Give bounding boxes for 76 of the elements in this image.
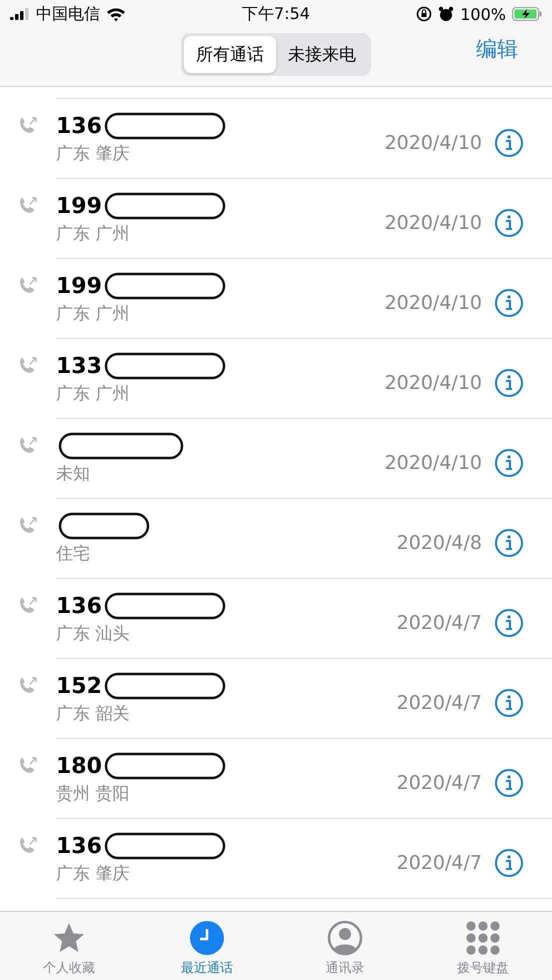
info-icon xyxy=(494,368,524,398)
call-location: 住宅 xyxy=(56,543,91,565)
person-icon xyxy=(327,920,363,956)
info-icon xyxy=(494,608,524,638)
call-date: 2020/4/7 xyxy=(396,852,482,874)
outgoing-call-icon xyxy=(18,836,38,856)
call-location: 广东 汕头 xyxy=(56,623,130,645)
info-icon xyxy=(494,848,524,878)
info-button[interactable] xyxy=(494,128,524,158)
signal-icon xyxy=(10,8,30,20)
phone-number: 136 xyxy=(56,594,102,618)
call-date: 2020/4/10 xyxy=(384,452,482,474)
call-date: 2020/4/8 xyxy=(396,532,482,554)
phone-number: 133 xyxy=(56,354,102,378)
info-icon xyxy=(494,128,524,158)
info-icon xyxy=(494,288,524,318)
outgoing-call-icon xyxy=(18,516,38,536)
call-location: 广东 广州 xyxy=(56,223,130,245)
call-location: 广东 韶关 xyxy=(56,703,130,725)
info-button[interactable] xyxy=(494,208,524,238)
carrier-name: 中国电信 xyxy=(36,4,100,24)
info-icon xyxy=(494,528,524,558)
call-location: 未知 xyxy=(56,463,91,485)
phone-number: 152 xyxy=(56,674,102,698)
outgoing-call-icon xyxy=(18,756,38,776)
segment-tab[interactable]: 所有通话 xyxy=(184,36,276,72)
outgoing-call-icon xyxy=(18,676,38,696)
call-date: 2020/4/7 xyxy=(396,692,482,714)
call-date: 2020/4/7 xyxy=(396,772,482,794)
outgoing-call-icon xyxy=(18,196,38,216)
info-icon xyxy=(494,688,524,718)
tab-bar-item[interactable]: 个人收藏 xyxy=(0,912,138,980)
wifi-icon xyxy=(106,6,126,22)
outgoing-call-icon xyxy=(18,356,38,376)
info-button[interactable] xyxy=(494,688,524,718)
call-date: 2020/4/10 xyxy=(384,212,482,234)
info-icon xyxy=(494,208,524,238)
tab-bar-item[interactable]: 拨号键盘 xyxy=(414,912,552,980)
call-location: 广东 广州 xyxy=(56,383,130,405)
segment-tab[interactable]: 未接来电 xyxy=(276,36,368,72)
call-date: 2020/4/7 xyxy=(396,612,482,634)
call-location: 广东 肇庆 xyxy=(56,863,130,885)
rotation-lock-icon xyxy=(416,6,432,22)
keypad-icon xyxy=(465,920,501,956)
tab-bar-item[interactable]: 最近通话 xyxy=(138,912,276,980)
battery-percentage: 100% xyxy=(460,4,506,24)
phone-number: 199 xyxy=(56,274,102,298)
outgoing-call-icon xyxy=(18,116,38,136)
info-button[interactable] xyxy=(494,448,524,478)
call-date: 2020/4/10 xyxy=(384,292,482,314)
phone-number: 199 xyxy=(56,194,102,218)
phone-number: 136 xyxy=(56,114,102,138)
tab-bar-item[interactable]: 通讯录 xyxy=(276,912,414,980)
call-location: 广东 广州 xyxy=(56,303,130,325)
info-button[interactable] xyxy=(494,288,524,318)
info-button[interactable] xyxy=(494,528,524,558)
info-button[interactable] xyxy=(494,848,524,878)
call-date: 2020/4/10 xyxy=(384,372,482,394)
info-button[interactable] xyxy=(494,608,524,638)
clock-time: 下午7:54 xyxy=(242,4,310,24)
phone-number: 136 xyxy=(56,834,102,858)
edit-button[interactable]: 编辑 xyxy=(470,34,524,64)
phone-number: 180 xyxy=(56,754,102,778)
info-button[interactable] xyxy=(494,768,524,798)
info-icon xyxy=(494,448,524,478)
info-button[interactable] xyxy=(494,368,524,398)
info-icon xyxy=(494,768,524,798)
outgoing-call-icon xyxy=(18,436,38,456)
outgoing-call-icon xyxy=(18,596,38,616)
call-location: 贵州 贵阳 xyxy=(56,783,130,805)
battery-charging-icon xyxy=(512,7,542,21)
call-date: 2020/4/10 xyxy=(384,132,482,154)
clock-icon xyxy=(189,920,225,956)
alarm-icon xyxy=(438,6,454,22)
outgoing-call-icon xyxy=(18,276,38,296)
call-location: 广东 肇庆 xyxy=(56,143,130,165)
